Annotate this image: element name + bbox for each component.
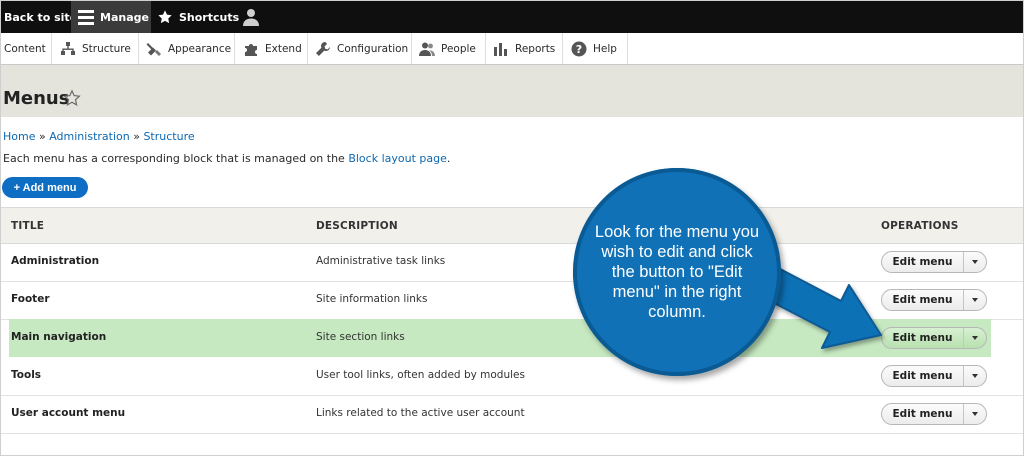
breadcrumb: Home » Administration » Structure	[3, 130, 195, 143]
back-to-site-link[interactable]: Back to site	[4, 1, 77, 33]
table-row: Administration Administrative task links…	[1, 243, 1023, 282]
manage-tab[interactable]: Manage	[71, 1, 151, 33]
breadcrumb-separator: »	[38, 130, 46, 143]
breadcrumb-structure-link[interactable]: Structure	[143, 130, 194, 143]
tray-item-reports[interactable]: Reports	[486, 33, 563, 64]
caret-down-icon	[972, 412, 978, 416]
intro-text: Each menu has a corresponding block that…	[3, 152, 450, 165]
row-description: Administrative task links	[316, 255, 446, 267]
help-icon: ?	[571, 41, 587, 56]
row-title: Administration	[11, 255, 100, 267]
bar-chart-icon	[494, 42, 507, 56]
operations-toggle[interactable]	[964, 328, 986, 348]
caret-down-icon	[972, 298, 978, 302]
admin-menu-tray: Content Structure Appearance Extend Conf…	[1, 33, 1023, 65]
row-title: User account menu	[11, 407, 126, 419]
row-description: Site section links	[316, 331, 405, 343]
row-title: Main navigation	[11, 331, 107, 343]
table-header: TITLE DESCRIPTION OPERATIONS	[1, 207, 1023, 244]
intro-suffix: .	[446, 152, 451, 165]
tray-item-label: Reports	[515, 42, 556, 55]
page-title: Menus	[3, 88, 70, 109]
back-to-site-label: Back to site	[4, 10, 78, 24]
tray-item-label: Extend	[265, 42, 302, 55]
structure-icon	[61, 41, 75, 55]
user-tab[interactable]	[243, 1, 263, 33]
block-layout-link[interactable]: Block layout page	[348, 152, 447, 165]
tray-item-extend[interactable]: Extend	[235, 33, 308, 64]
tray-item-label: Configuration	[337, 42, 409, 55]
user-icon	[243, 9, 259, 26]
breadcrumb-separator: »	[133, 130, 140, 143]
table-row: Footer Site information links Edit menu	[1, 281, 1023, 320]
people-icon	[419, 42, 435, 56]
breadcrumb-home-link[interactable]: Home	[3, 130, 35, 143]
tray-item-configuration[interactable]: Configuration	[308, 33, 412, 64]
table-row-highlighted: Main navigation Site section links Edit …	[9, 319, 991, 357]
edit-menu-button[interactable]: Edit menu	[882, 328, 964, 348]
edit-menu-button[interactable]: Edit menu	[882, 366, 964, 386]
edit-menu-button[interactable]: Edit menu	[882, 252, 964, 272]
page-header	[1, 65, 1023, 117]
caret-down-icon	[972, 336, 978, 340]
tray-item-content[interactable]: Content	[1, 33, 52, 64]
star-icon	[158, 10, 172, 24]
row-description: Site information links	[316, 293, 428, 305]
edit-menu-dropbutton: Edit menu	[881, 365, 987, 387]
manage-label: Manage	[100, 10, 149, 24]
caret-down-icon	[972, 260, 978, 264]
row-title: Tools	[11, 369, 42, 381]
intro-prefix: Each menu has a corresponding block that…	[3, 152, 345, 165]
tray-item-label: Help	[593, 42, 617, 55]
edit-menu-dropbutton: Edit menu	[881, 251, 987, 273]
row-description: Links related to the active user account	[316, 407, 525, 419]
tray-item-people[interactable]: People	[412, 33, 486, 64]
paintbrush-icon	[146, 42, 161, 56]
callout-text: Look for the menu you wish to edit and c…	[594, 223, 760, 321]
tray-item-structure[interactable]: Structure	[52, 33, 139, 64]
edit-menu-dropbutton: Edit menu	[881, 403, 987, 425]
shortcuts-tab[interactable]: Shortcuts	[157, 1, 239, 33]
row-title: Footer	[11, 293, 50, 305]
tray-item-appearance[interactable]: Appearance	[139, 33, 235, 64]
column-header-description: DESCRIPTION	[316, 220, 398, 232]
table-row: User account menu Links related to the a…	[1, 395, 1023, 434]
edit-menu-button[interactable]: Edit menu	[882, 404, 964, 424]
tray-item-label: Structure	[82, 42, 131, 55]
hamburger-icon	[78, 7, 94, 28]
tray-item-label: Appearance	[168, 42, 232, 55]
svg-text:?: ?	[576, 43, 582, 56]
tray-item-help[interactable]: ? Help	[563, 33, 628, 64]
tray-item-label: People	[441, 42, 476, 55]
caret-down-icon	[972, 374, 978, 378]
edit-menu-dropbutton: Edit menu	[881, 327, 987, 349]
callout-bubble: Look for the menu you wish to edit and c…	[573, 168, 781, 376]
app-window: Back to site Manage Shortcuts Content St…	[0, 0, 1024, 456]
shortcut-star-icon[interactable]	[63, 89, 81, 107]
admin-toolbar: Back to site Manage Shortcuts	[1, 1, 1023, 33]
operations-toggle[interactable]	[964, 252, 986, 272]
edit-menu-dropbutton: Edit menu	[881, 289, 987, 311]
operations-toggle[interactable]	[964, 366, 986, 386]
operations-toggle[interactable]	[964, 404, 986, 424]
breadcrumb-administration-link[interactable]: Administration	[49, 130, 130, 143]
column-header-title: TITLE	[11, 220, 45, 232]
puzzle-icon	[245, 43, 257, 56]
shortcuts-label: Shortcuts	[179, 10, 240, 24]
tray-item-label: Content	[4, 42, 46, 55]
operations-toggle[interactable]	[964, 290, 986, 310]
table-row: Tools User tool links, often added by mo…	[1, 357, 1023, 396]
wrench-icon	[316, 41, 330, 56]
row-description: User tool links, often added by modules	[316, 369, 525, 381]
edit-menu-button[interactable]: Edit menu	[882, 290, 964, 310]
add-menu-button[interactable]: + Add menu	[2, 177, 88, 198]
column-header-operations: OPERATIONS	[881, 220, 959, 232]
